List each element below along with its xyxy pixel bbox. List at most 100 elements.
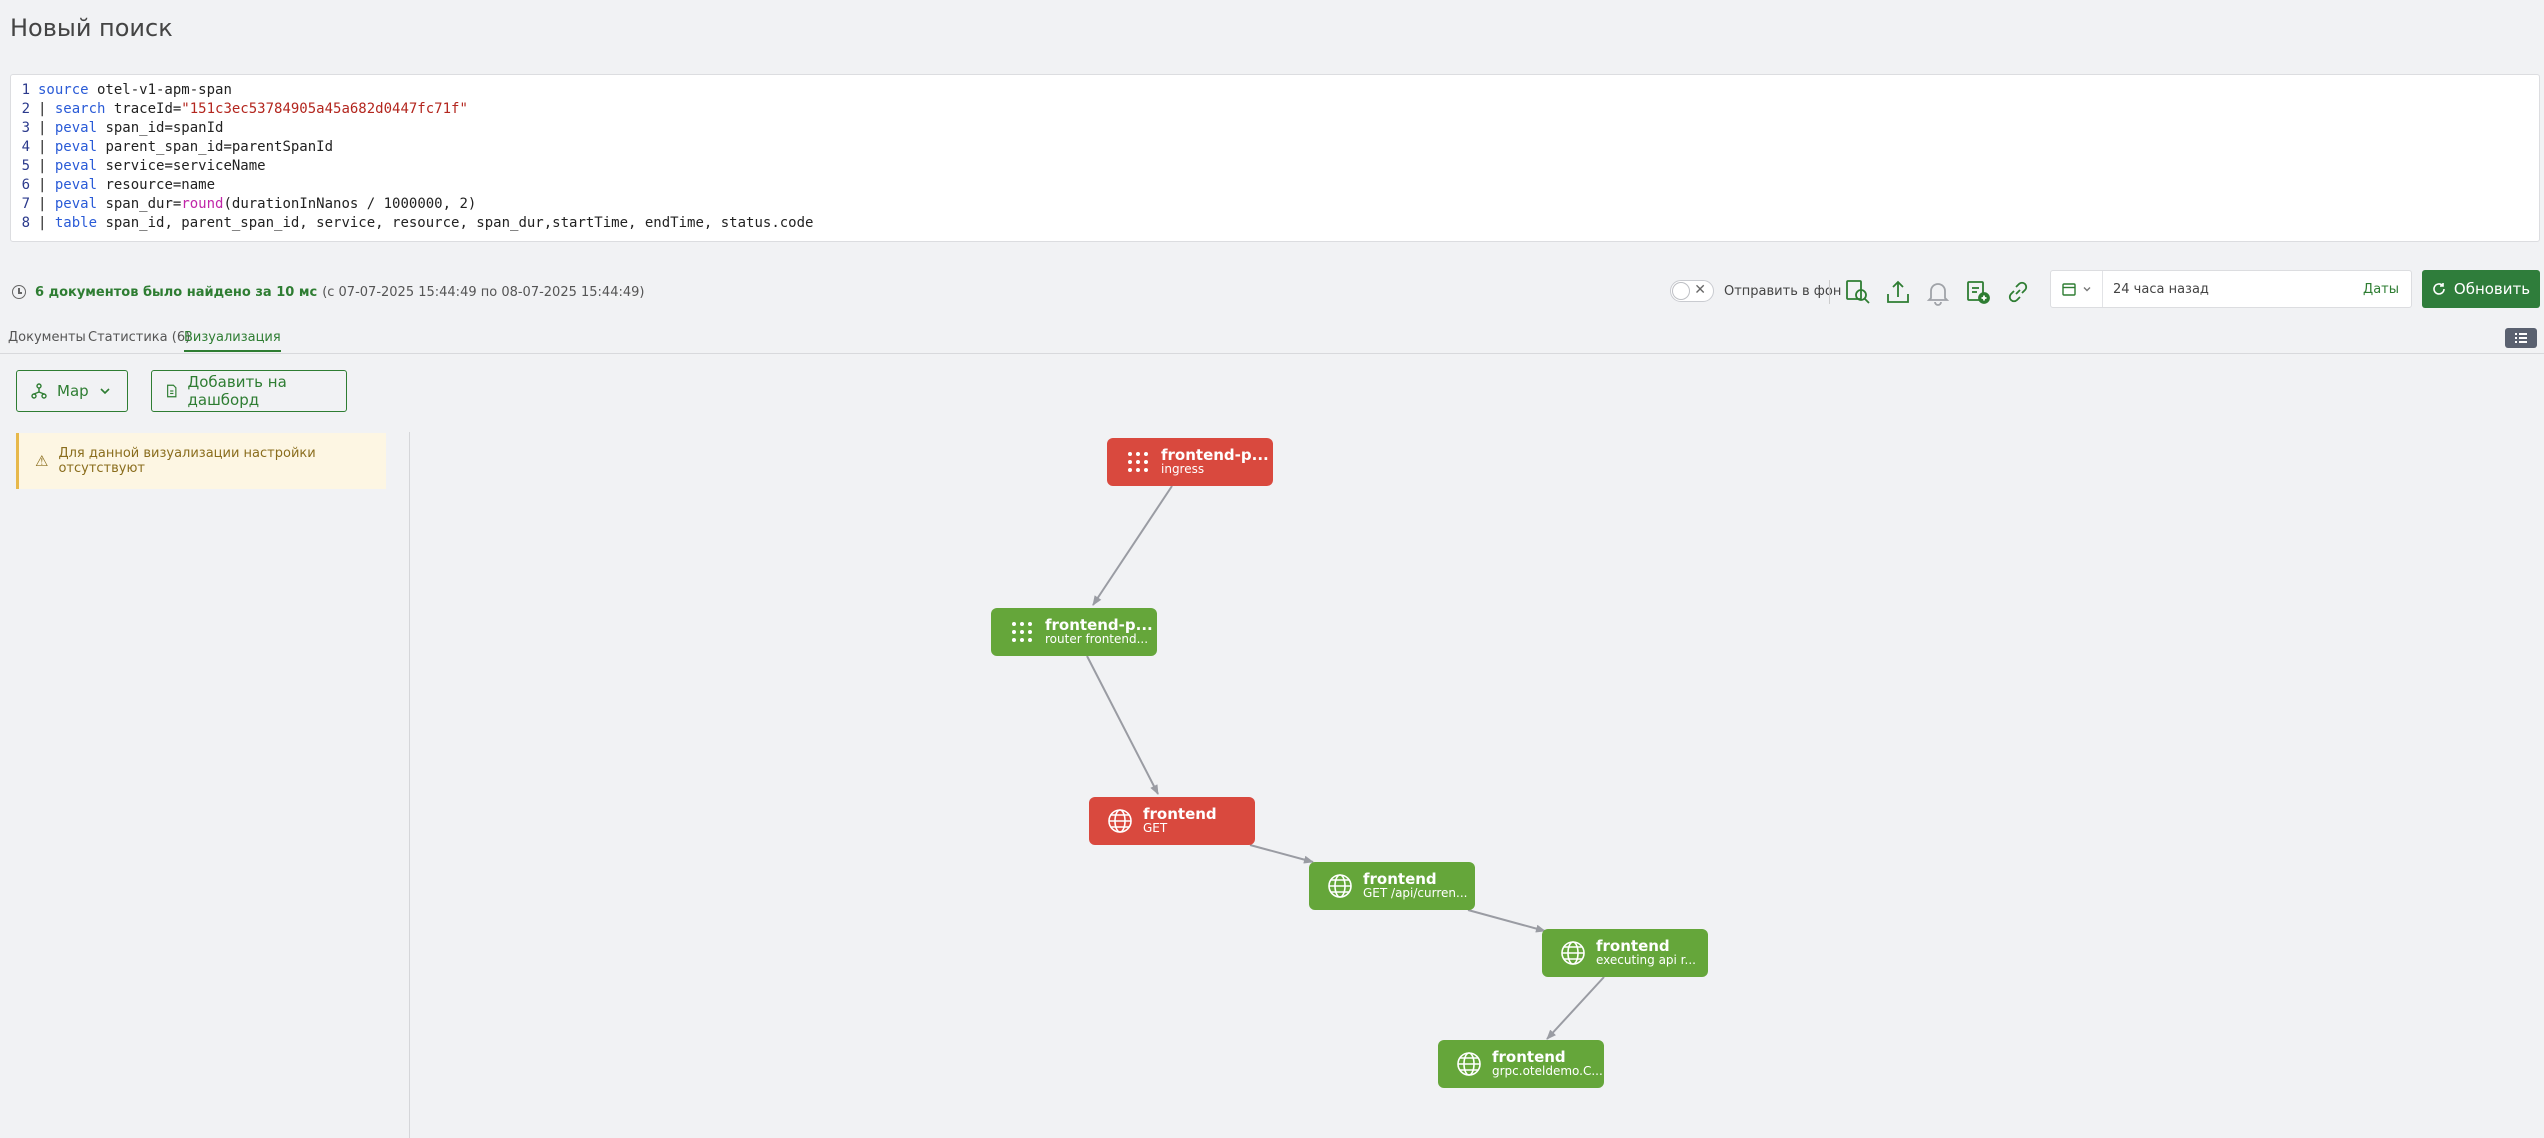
visualization-type-select[interactable]: Map	[16, 370, 128, 412]
globe-icon	[1328, 874, 1352, 898]
graph-node[interactable]: frontend executing api r...	[1542, 929, 1708, 977]
code-pipe: |	[38, 215, 55, 231]
background-toggle-group: ✕ Отправить в фон	[1670, 280, 1841, 302]
code-line: 3 | peval span_id=spanId	[11, 119, 2539, 138]
export-upload-icon[interactable]	[1884, 278, 1912, 306]
link-icon[interactable]	[2004, 278, 2032, 306]
code-keyword: peval	[54, 139, 98, 155]
chevron-down-icon	[100, 388, 110, 395]
background-label: Отправить в фон	[1724, 283, 1842, 299]
list-icon	[2515, 333, 2527, 343]
add-to-dashboard-label: Добавить на дашборд	[187, 373, 287, 409]
toolbar-divider	[1829, 280, 1830, 304]
warning-icon: ⚠	[35, 452, 49, 470]
node-service: frontend	[1143, 805, 1217, 823]
code-pipe: |	[38, 196, 55, 212]
code-line: 4 | peval parent_span_id=parentSpanId	[11, 138, 2539, 157]
node-operation: ingress	[1161, 462, 1205, 476]
no-settings-warning: ⚠ Для данной визуализации настройки отсу…	[16, 433, 386, 489]
globe-icon	[1561, 941, 1585, 965]
refresh-icon	[2433, 283, 2445, 295]
graph-edge	[1086, 655, 1159, 795]
graph-edge	[1249, 844, 1314, 864]
code-text: service=serviceName	[97, 158, 266, 174]
search-status: 6 документов было найдено за 10 мс (с 07…	[12, 282, 644, 302]
document-icon	[167, 384, 177, 398]
graph-edge	[1092, 485, 1173, 606]
line-number: 4	[21, 139, 30, 155]
graph-node[interactable]: frontend-p... ingress	[1107, 438, 1273, 486]
code-keyword: table	[54, 215, 98, 231]
refresh-button[interactable]: Обновить	[2422, 270, 2540, 308]
code-line: 5 | peval service=serviceName	[11, 157, 2539, 176]
graph-edge	[1546, 976, 1605, 1040]
graph-node[interactable]: frontend GET	[1089, 797, 1255, 845]
node-service: frontend-p...	[1161, 446, 1269, 464]
globe-icon	[1457, 1052, 1481, 1076]
list-view-button[interactable]	[2505, 328, 2537, 348]
code-text: (durationInNanos / 1000000, 2)	[223, 196, 477, 212]
graph-node[interactable]: frontend GET /api/curren...	[1309, 862, 1475, 910]
node-service: frontend	[1492, 1048, 1566, 1066]
chevron-down-icon	[2083, 287, 2090, 292]
node-operation: router frontend...	[1045, 632, 1149, 646]
code-keyword: peval	[54, 196, 98, 212]
add-to-list-icon[interactable]	[1964, 278, 1992, 306]
code-keyword: peval	[54, 177, 98, 193]
code-pipe: |	[38, 139, 55, 155]
node-service: frontend-p...	[1045, 616, 1153, 634]
close-icon: ✕	[1694, 282, 1706, 298]
code-line: 8 | table span_id, parent_span_id, servi…	[11, 214, 2539, 233]
refresh-label: Обновить	[2453, 280, 2531, 298]
tab-documents[interactable]: Документы	[8, 330, 86, 345]
line-number: 6	[21, 177, 30, 193]
calendar-icon	[2061, 283, 2076, 296]
toggle-knob	[1673, 283, 1689, 299]
code-keyword: search	[54, 101, 106, 117]
code-text: span_dur=	[97, 196, 182, 212]
add-to-dashboard-button[interactable]: Добавить на дашборд	[151, 370, 347, 412]
code-keyword: peval	[54, 120, 98, 136]
globe-icon	[1108, 809, 1132, 833]
node-operation: GET /api/curren...	[1363, 886, 1468, 900]
code-line: 6 | peval resource=name	[11, 176, 2539, 195]
dates-link[interactable]: Даты	[2363, 282, 2411, 297]
code-string: "151c3ec53784905a45a682d0447fc71f"	[181, 101, 468, 117]
line-number: 2	[21, 101, 30, 117]
result-tabs: Документы Статистика (6) Визуализация	[0, 326, 2544, 354]
graph-node[interactable]: frontend-p... router frontend...	[991, 608, 1157, 656]
query-editor[interactable]: 1 source otel-v1-apm-span 2 | search tra…	[10, 74, 2540, 242]
inspect-search-icon[interactable]	[1844, 278, 1872, 306]
code-line: 1 source otel-v1-apm-span	[11, 81, 2539, 100]
tab-statistics[interactable]: Статистика (6)	[88, 330, 190, 345]
node-service: frontend	[1363, 870, 1437, 888]
node-service: frontend	[1596, 937, 1670, 955]
time-range-input[interactable]: 24 часа назад	[2103, 282, 2363, 297]
alert-bell-icon[interactable]	[1924, 278, 1952, 306]
line-number: 8	[21, 215, 30, 231]
tab-visualization[interactable]: Визуализация	[184, 330, 281, 352]
map-nodes-icon	[31, 383, 47, 399]
code-keyword: source	[38, 82, 89, 98]
node-operation: GET	[1143, 821, 1168, 835]
graph-edge	[1467, 909, 1546, 933]
line-number: 7	[21, 196, 30, 212]
documents-found: 6 документов было найдено за 10 мс	[35, 284, 318, 300]
code-text: traceId=	[105, 101, 182, 117]
time-range-text: (с 07-07-2025 15:44:49 по 08-07-2025 15:…	[322, 284, 645, 300]
graph-node[interactable]: frontend grpc.oteldemo.C...	[1438, 1040, 1604, 1088]
code-text: span_id=spanId	[97, 120, 224, 136]
node-operation: executing api r...	[1596, 953, 1696, 967]
calendar-dropdown[interactable]	[2051, 271, 2103, 307]
code-text: resource=name	[97, 177, 216, 193]
visualization-type-label: Map	[57, 382, 89, 400]
code-pipe: |	[38, 101, 55, 117]
code-keyword: peval	[54, 158, 98, 174]
date-range-picker[interactable]: 24 часа назад Даты	[2050, 270, 2412, 308]
grid-dots-icon	[1128, 452, 1148, 472]
line-number: 3	[21, 120, 30, 136]
background-toggle[interactable]: ✕	[1670, 280, 1714, 302]
code-pipe: |	[38, 158, 55, 174]
page-title: Новый поиск	[10, 14, 173, 42]
warning-text: Для данной визуализации настройки отсутс…	[58, 446, 316, 476]
